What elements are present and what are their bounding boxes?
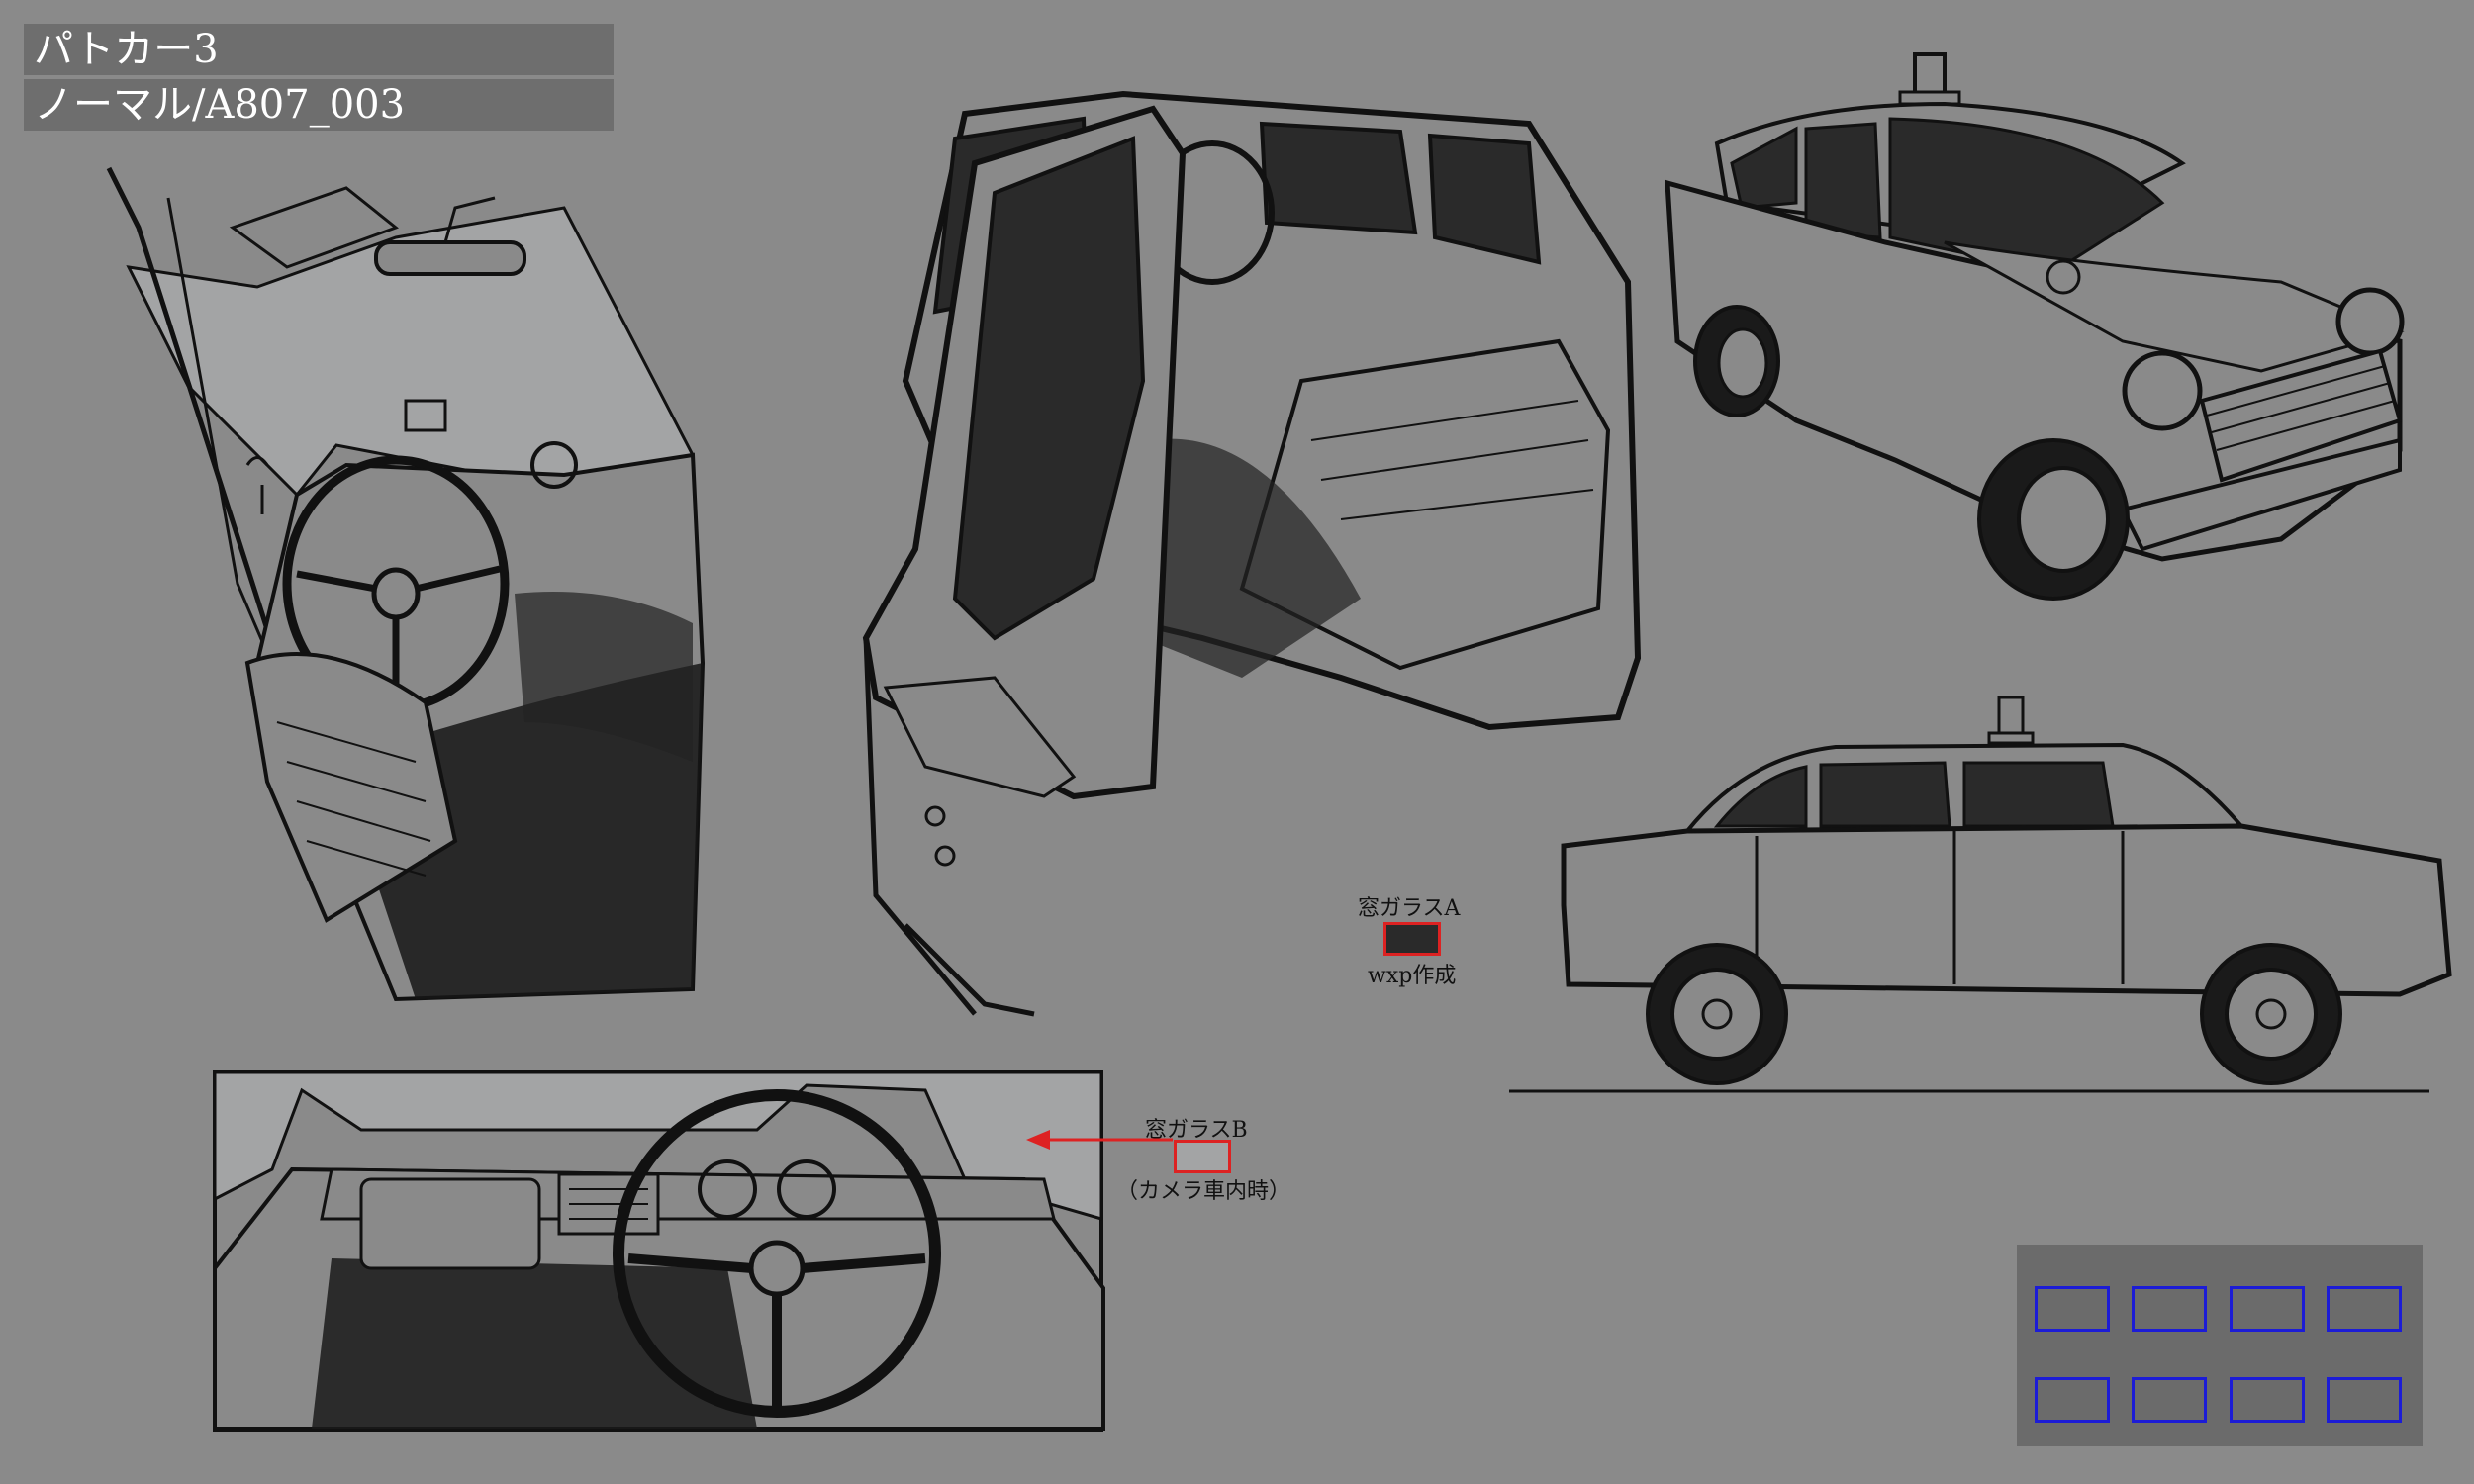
glass-a-label: 窓ガラスA [1358,896,1461,921]
glass-a-note: wxp作成 [1368,964,1457,988]
color-slot-panel [2017,1245,2423,1446]
glass-a-swatch [1383,922,1441,956]
color-slot[interactable] [2327,1377,2402,1423]
color-slot[interactable] [2230,1286,2305,1332]
interior-driver-seat-view [106,166,706,1002]
color-slot[interactable] [2132,1286,2207,1332]
front-three-quarter-view [1665,52,2405,601]
dashboard-view [213,1070,1105,1432]
color-slot[interactable] [2035,1377,2110,1423]
side-view [1509,696,2452,1093]
color-slot[interactable] [2230,1377,2305,1423]
glass-b-arrow [1026,1130,1173,1150]
title-line-1: パトカー3 [24,24,614,75]
glass-b-note: （カメラ車内時） [1116,1179,1291,1204]
color-slot[interactable] [2327,1286,2402,1332]
color-slot[interactable] [2132,1377,2207,1423]
color-slot[interactable] [2035,1286,2110,1332]
title-line-2: ノーマル/A807_003 [24,79,614,131]
